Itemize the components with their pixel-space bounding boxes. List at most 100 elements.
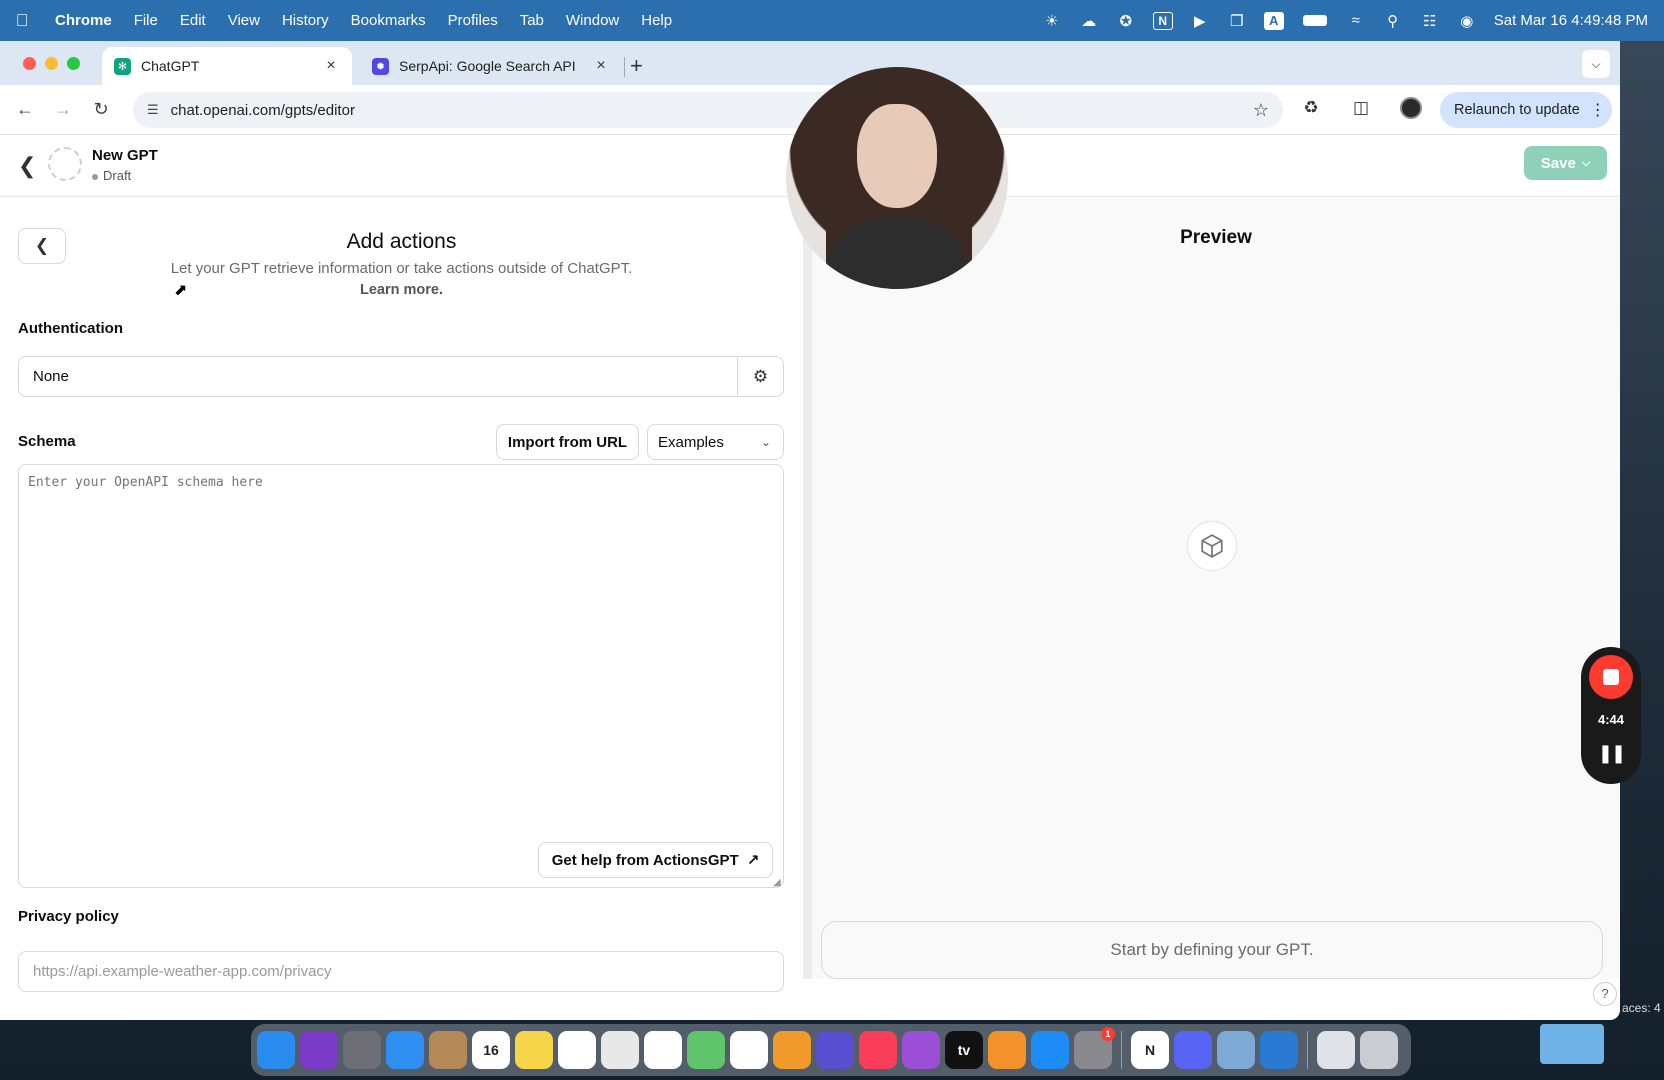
more-vertical-icon[interactable]: ⋮ (1590, 100, 1606, 120)
actionsgpt-help-button[interactable]: Get help from ActionsGPT ↗ (538, 842, 773, 878)
dock-reminders-icon[interactable] (644, 1031, 682, 1069)
learn-more-link[interactable]: Learn more. (0, 282, 803, 298)
dock-preview-icon[interactable] (1217, 1031, 1255, 1069)
authentication-field[interactable]: None ⚙ (18, 356, 784, 397)
preview-message-box[interactable]: Start by defining your GPT. (821, 921, 1603, 979)
menu-chrome[interactable]: Chrome (44, 12, 123, 29)
schema-input[interactable] (18, 464, 784, 888)
dock-tv-icon[interactable]: tv (945, 1031, 983, 1069)
siri-icon[interactable]: ◉ (1457, 12, 1477, 30)
back-chevron-icon[interactable]: ❮ (18, 153, 36, 179)
tab-chatgpt[interactable]: ✻ ChatGPT × (102, 47, 352, 85)
apple-menu-icon[interactable]:  (0, 11, 44, 31)
forward-arrow-icon[interactable]: → (44, 99, 82, 120)
menu-tab[interactable]: Tab (509, 12, 555, 29)
dock-app-store-icon[interactable] (1031, 1031, 1069, 1069)
wifi-icon[interactable]: ≈ (1346, 12, 1366, 30)
notion-icon[interactable]: N (1152, 11, 1173, 30)
tab-search-chevron-icon[interactable]: ⌵ (1582, 50, 1610, 78)
dock-notes-icon[interactable] (515, 1031, 553, 1069)
brightness-icon[interactable]: ☀ (1042, 12, 1062, 30)
desktop-folder-icon[interactable] (1540, 1024, 1604, 1064)
page-title: Add actions (346, 230, 457, 253)
gpt-avatar-placeholder[interactable] (48, 147, 82, 181)
dock-freeform-icon[interactable] (558, 1031, 596, 1069)
dock-icon-label: tv (957, 1042, 971, 1058)
dock-notion-icon[interactable]: N (1131, 1031, 1169, 1069)
menubar-clock[interactable]: Sat Mar 16 4:49:48 PM (1494, 12, 1648, 29)
gpt-status: Draft (92, 168, 131, 183)
relaunch-to-update-button[interactable]: Relaunch to update ⋮ (1440, 92, 1612, 128)
menu-window[interactable]: Window (555, 12, 630, 29)
dock-safari-icon[interactable] (386, 1031, 424, 1069)
dock-finder-icon[interactable] (257, 1031, 295, 1069)
address-bar[interactable]: ☰ chat.openai.com/gpts/editor ☆ (133, 92, 1283, 128)
pause-icon[interactable]: ❚❚ (1581, 743, 1641, 764)
screens-icon[interactable]: ❐ (1227, 12, 1247, 30)
screen-recorder-widget: 4:44 ❚❚ (1581, 647, 1641, 784)
dock-maps-icon[interactable] (687, 1031, 725, 1069)
gear-icon[interactable]: ⚙ (737, 357, 783, 396)
dock-finder-window-icon[interactable] (1317, 1031, 1355, 1069)
stop-recording-button[interactable] (1589, 655, 1633, 699)
profile-avatar[interactable] (1400, 97, 1422, 119)
dock-music-icon[interactable] (859, 1031, 897, 1069)
close-tab-icon[interactable]: × (592, 57, 610, 75)
dock-system-settings-icon[interactable]: 1 (1074, 1027, 1115, 1069)
extensions-icon[interactable]: ♻ (1300, 97, 1322, 119)
site-settings-icon[interactable]: ☰ (147, 102, 159, 118)
serpapi-icon: ✹ (372, 57, 389, 75)
spotlight-icon[interactable]: ⚲ (1383, 12, 1403, 30)
minimize-window-button[interactable] (45, 57, 58, 70)
authentication-value[interactable]: None (19, 368, 737, 385)
side-panel-icon[interactable]: ◫ (1350, 97, 1372, 119)
menu-help[interactable]: Help (630, 12, 683, 29)
zoom-window-button[interactable] (67, 57, 80, 70)
bookmark-star-icon[interactable]: ☆ (1253, 100, 1269, 121)
dock-pages-icon[interactable] (773, 1031, 811, 1069)
battery-icon[interactable] (1301, 12, 1329, 30)
menu-profiles[interactable]: Profiles (437, 12, 509, 29)
dock-siri-icon[interactable] (300, 1031, 338, 1069)
menu-edit[interactable]: Edit (169, 12, 217, 29)
dock-imovie-icon[interactable] (816, 1031, 854, 1069)
resize-handle-icon[interactable]: ◢ (773, 877, 781, 888)
dock-trash-icon[interactable] (1360, 1031, 1398, 1069)
back-arrow-icon[interactable]: ← (6, 99, 44, 120)
dock-vscode-icon[interactable] (1260, 1031, 1298, 1069)
privacy-policy-input[interactable]: https://api.example-weather-app.com/priv… (18, 951, 784, 992)
dock-discord-icon[interactable] (1174, 1031, 1212, 1069)
pane-divider[interactable] (803, 198, 812, 979)
dock-calendar-icon[interactable]: 16 (472, 1031, 510, 1069)
notification-badge: 1 (1101, 1027, 1115, 1041)
relaunch-label: Relaunch to update (1454, 102, 1580, 118)
menu-file[interactable]: File (123, 12, 169, 29)
dock-photos-icon[interactable] (730, 1031, 768, 1069)
examples-dropdown[interactable]: Examples ⌄ (647, 424, 784, 460)
fan-icon[interactable]: ✪ (1116, 12, 1136, 30)
help-button[interactable]: ? (1593, 982, 1617, 1006)
import-from-url-button[interactable]: Import from URL (496, 424, 639, 460)
tab-serpapi[interactable]: ✹ SerpApi: Google Search API × (360, 47, 622, 85)
dock-contacts-icon[interactable] (429, 1031, 467, 1069)
url-text[interactable]: chat.openai.com/gpts/editor (171, 102, 355, 119)
keyboard-a-icon[interactable]: A (1263, 11, 1284, 30)
dock-launchpad-icon[interactable] (343, 1031, 381, 1069)
control-center-icon[interactable]: ☷ (1420, 12, 1440, 30)
window-controls (23, 57, 80, 70)
new-tab-button[interactable]: + (630, 53, 643, 79)
reload-icon[interactable]: ↻ (82, 99, 120, 120)
dock-chrome-icon[interactable] (601, 1031, 639, 1069)
close-window-button[interactable] (23, 57, 36, 70)
close-tab-icon[interactable]: × (322, 57, 340, 75)
play-icon[interactable]: ▶ (1190, 12, 1210, 30)
webcam-overlay[interactable] (786, 67, 1008, 289)
dock-podcasts-icon[interactable] (902, 1031, 940, 1069)
menu-view[interactable]: View (217, 12, 271, 29)
menu-bookmarks[interactable]: Bookmarks (340, 12, 437, 29)
dock-books-icon[interactable] (988, 1031, 1026, 1069)
menu-history[interactable]: History (271, 12, 340, 29)
tab-title: SerpApi: Google Search API (399, 58, 576, 74)
save-button[interactable]: Save ⌵ (1524, 146, 1607, 180)
cloud-record-icon[interactable]: ☁ (1079, 12, 1099, 30)
